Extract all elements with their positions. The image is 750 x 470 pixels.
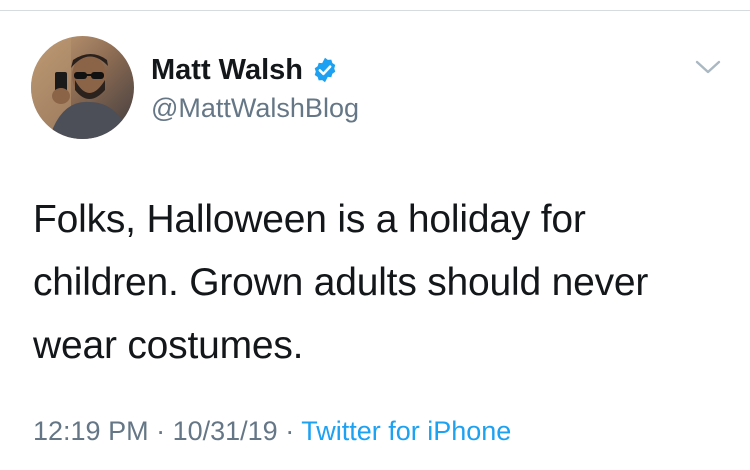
tweet-time[interactable]: 12:19 PM bbox=[33, 416, 149, 446]
top-divider bbox=[0, 0, 750, 11]
author-display-name[interactable]: Matt Walsh bbox=[151, 52, 303, 88]
author-display-name-row[interactable]: Matt Walsh bbox=[151, 52, 339, 88]
verified-badge-icon bbox=[311, 56, 339, 84]
tweet-screen: Matt Walsh @MattWalshBlog Folks, Hallowe… bbox=[0, 0, 750, 470]
tweet-text-line: Folks, Halloween is a holiday for bbox=[33, 198, 586, 241]
author-handle[interactable]: @MattWalshBlog bbox=[151, 91, 359, 125]
tweet-source-link[interactable]: Twitter for iPhone bbox=[301, 416, 511, 446]
tweet-metadata: 12:19 PM · 10/31/19 · Twitter for iPhone bbox=[33, 414, 511, 448]
meta-separator: · bbox=[277, 416, 302, 446]
tweet-text-line: children. Grown adults should never bbox=[33, 261, 649, 304]
avatar-photo bbox=[31, 36, 134, 139]
meta-separator: · bbox=[148, 416, 173, 446]
tweet-text: Folks, Halloween is a holiday for childr… bbox=[33, 188, 723, 377]
tweet-text-line: wear costumes. bbox=[33, 324, 304, 367]
chevron-down-icon[interactable] bbox=[694, 57, 722, 77]
avatar[interactable] bbox=[31, 36, 134, 139]
tweet-date[interactable]: 10/31/19 bbox=[173, 416, 278, 446]
